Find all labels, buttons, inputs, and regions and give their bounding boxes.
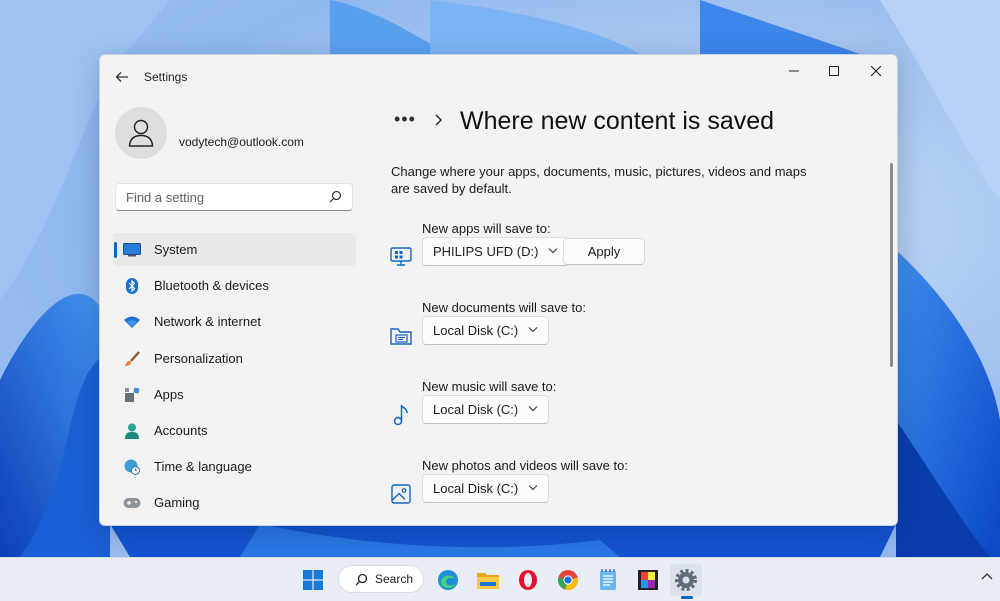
chevron-down-icon: [528, 485, 538, 491]
chrome-icon: [557, 570, 579, 590]
music-note-icon: [390, 404, 412, 426]
maximize-icon: [829, 66, 839, 76]
photo-icon: [390, 483, 412, 505]
notepad-icon: [600, 569, 616, 590]
breadcrumb-more[interactable]: •••: [394, 109, 416, 130]
photos-location-dropdown[interactable]: Local Disk (C:): [422, 474, 550, 503]
brush-icon: [123, 350, 141, 368]
taskbar-file-explorer[interactable]: [472, 564, 504, 596]
setting-label: New apps will save to:: [422, 221, 551, 236]
scrollbar[interactable]: [890, 163, 893, 367]
documents-folder-icon: [390, 325, 412, 347]
start-button[interactable]: [297, 564, 329, 596]
taskbar-settings[interactable]: [670, 564, 702, 596]
setting-new-apps: New apps will save to: PHILIPS UFD (D:) …: [390, 221, 790, 291]
setting-label: New photos and videos will save to:: [422, 458, 628, 473]
back-button[interactable]: [112, 67, 132, 87]
sidebar-nav: System Bluetooth & devices Network & int…: [113, 233, 356, 523]
arrow-left-icon: [115, 72, 128, 82]
edge-icon: [438, 570, 458, 590]
sidebar-item-label: Personalization: [154, 350, 243, 366]
sidebar-item-label: Gaming: [154, 495, 200, 511]
file-explorer-icon: [477, 573, 499, 589]
settings-search[interactable]: [115, 183, 353, 211]
close-icon: [871, 66, 881, 76]
photos-icon: [638, 570, 658, 590]
taskbar-chrome[interactable]: [552, 564, 584, 596]
chevron-down-icon: [528, 327, 538, 333]
avatar[interactable]: [115, 107, 167, 159]
page-description: Change where your apps, documents, music…: [391, 164, 807, 196]
search-input[interactable]: [124, 189, 328, 206]
search-icon: [355, 573, 368, 586]
page-title: Where new content is saved: [460, 107, 775, 135]
setting-new-music: New music will save to: Local Disk (C:): [390, 379, 790, 449]
chevron-right-icon: [435, 114, 443, 126]
apps-icon: [123, 386, 141, 404]
sidebar-item-label: System: [154, 242, 198, 257]
sidebar-item-gaming[interactable]: Gaming: [113, 486, 356, 519]
dropdown-value: Local Disk (C:): [433, 402, 519, 417]
setting-new-documents: New documents will save to: Local Disk (…: [390, 300, 790, 370]
close-button[interactable]: [856, 57, 896, 85]
taskbar-opera[interactable]: [512, 564, 544, 596]
dropdown-value: PHILIPS UFD (D:): [433, 244, 539, 259]
bluetooth-icon: [123, 277, 141, 295]
window-title: Settings: [144, 70, 188, 84]
account-email: vodytech@outlook.com: [179, 135, 304, 149]
active-app-indicator: [681, 596, 693, 599]
sidebar-item-bluetooth[interactable]: Bluetooth & devices: [113, 269, 356, 302]
settings-icon: [675, 569, 697, 591]
dropdown-value: Local Disk (C:): [433, 481, 519, 496]
person-icon: [123, 422, 141, 440]
taskbar: Search: [0, 557, 1000, 601]
sidebar-item-label: Apps: [154, 386, 184, 402]
sidebar-item-personalization[interactable]: Personalization: [113, 342, 356, 375]
apps-monitor-icon: [390, 246, 412, 268]
minimize-button[interactable]: [774, 57, 814, 85]
taskbar-notepad[interactable]: [592, 564, 624, 596]
documents-location-dropdown[interactable]: Local Disk (C:): [422, 316, 550, 345]
system-icon: [123, 241, 141, 259]
start-icon: [303, 570, 323, 590]
sidebar-item-system[interactable]: System: [113, 233, 356, 266]
sidebar-item-label: Network & internet: [154, 314, 261, 330]
dropdown-value: Local Disk (C:): [433, 323, 519, 338]
sidebar-item-label: Bluetooth & devices: [154, 278, 269, 294]
setting-label: New documents will save to:: [422, 300, 587, 315]
taskbar-search[interactable]: Search: [338, 565, 424, 593]
globe-clock-icon: [123, 458, 141, 476]
taskbar-photos[interactable]: [632, 564, 664, 596]
settings-window: Settings vodytech@outlook.com Find a set…: [99, 54, 898, 526]
gamepad-icon: [123, 494, 141, 512]
taskbar-edge[interactable]: [432, 564, 464, 596]
maximize-button[interactable]: [814, 57, 854, 85]
sidebar-item-network[interactable]: Network & internet: [113, 305, 356, 338]
chevron-down-icon: [528, 406, 538, 412]
person-icon: [128, 119, 154, 147]
minimize-icon: [789, 70, 799, 72]
setting-label: New music will save to:: [422, 379, 557, 394]
setting-new-photos-videos: New photos and videos will save to: Loca…: [390, 458, 790, 525]
sidebar-item-time-language[interactable]: Time & language: [113, 450, 356, 483]
taskbar-search-label: Search: [375, 572, 414, 586]
opera-icon: [519, 570, 537, 590]
apps-location-dropdown[interactable]: PHILIPS UFD (D:): [422, 237, 570, 266]
sidebar-item-accounts[interactable]: Accounts: [113, 414, 356, 447]
apply-button[interactable]: Apply: [563, 238, 645, 265]
music-location-dropdown[interactable]: Local Disk (C:): [422, 395, 550, 424]
sidebar-item-label: Accounts: [154, 422, 208, 438]
sidebar-item-label: Time & language: [154, 459, 252, 475]
selection-indicator: [114, 242, 117, 258]
wifi-icon: [123, 313, 141, 331]
chevron-up-icon[interactable]: [981, 572, 993, 580]
chevron-down-icon: [549, 248, 558, 254]
search-icon[interactable]: [329, 190, 342, 203]
sidebar-item-apps[interactable]: Apps: [113, 378, 356, 411]
title-bar: Settings: [100, 55, 897, 99]
